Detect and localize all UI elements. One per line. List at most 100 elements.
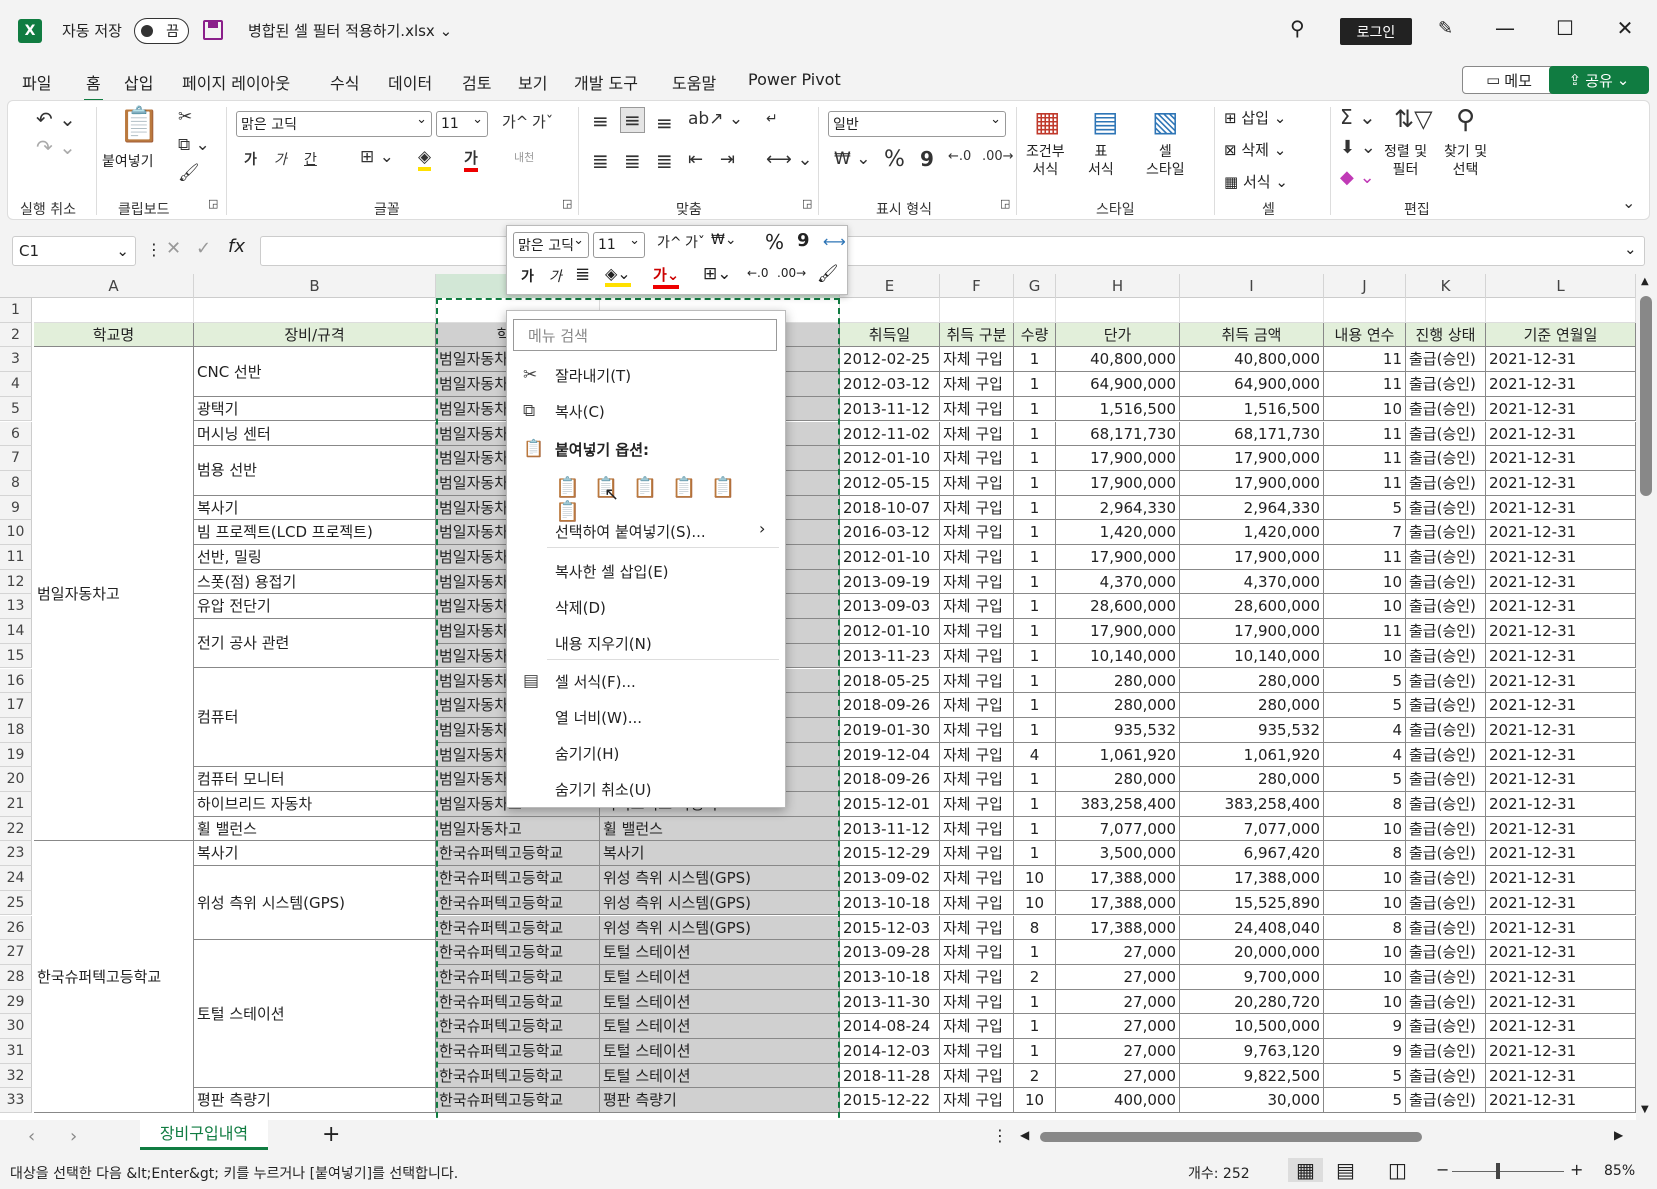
merged-item-cell[interactable]: 전기 공사 관련 [194, 619, 436, 669]
row-header[interactable]: 27 [0, 940, 32, 965]
document-title[interactable]: 병합된 셀 필터 적용하기.xlsx ⌄ [248, 20, 452, 41]
zoom-slider-thumb[interactable] [1496, 1163, 1500, 1179]
column-header-G[interactable]: G [1014, 274, 1056, 298]
fill-color-icon[interactable]: ◈ [418, 147, 432, 171]
prev-sheet-icon[interactable]: ‹ [28, 1126, 35, 1147]
tab-5[interactable]: 데이터 [388, 70, 432, 94]
status-cell[interactable]: 출급(승인) [1406, 668, 1486, 694]
tab-4[interactable]: 수식 [330, 70, 359, 94]
amount-cell[interactable]: 383,258,400 [1180, 792, 1324, 817]
status-cell[interactable]: 출급(승인) [1406, 569, 1486, 595]
merged-school-cell[interactable]: 한국슈퍼텍고등학교 [34, 841, 194, 1114]
years-cell[interactable]: 11 [1324, 372, 1406, 397]
find-select-button[interactable]: 찾기 및 선택 [1444, 143, 1487, 179]
dialog-launcher-icon[interactable]: ◲ [562, 197, 572, 210]
price-cell[interactable]: 40,800,000 [1056, 347, 1180, 373]
qty-cell[interactable]: 10 [1014, 866, 1056, 891]
row-header[interactable]: 14 [0, 619, 32, 644]
amount-cell[interactable]: 28,600,000 [1180, 594, 1324, 620]
pen-icon[interactable]: ✎ [1438, 18, 1453, 39]
menu-cut[interactable]: 잘라내기(T) [555, 365, 631, 386]
comma-icon[interactable]: 9 [797, 230, 810, 251]
merged-item-cell[interactable]: 컴퓨터 [194, 668, 436, 768]
decrease-font-icon[interactable]: 가ˇ [532, 111, 553, 132]
fill-color-icon[interactable]: ◈⌄ [605, 264, 631, 287]
worksheet-grid[interactable]: ABCDEFGHIJKLM 12345678910111213141516171… [0, 274, 1657, 1120]
mini-size-dropdown[interactable]: 11 [593, 232, 645, 258]
status-cell[interactable]: 출급(승인) [1406, 1014, 1486, 1039]
base-date-cell[interactable]: 2021-12-31 [1486, 1088, 1636, 1114]
cell[interactable] [1406, 298, 1486, 323]
menu-paste-special[interactable]: 선택하여 붙여넣기(S)... [555, 521, 706, 542]
base-date-cell[interactable]: 2021-12-31 [1486, 446, 1636, 471]
copied-school-cell[interactable]: 범일자동차고 [436, 816, 600, 842]
conditional-format-button[interactable]: 조건부 서식 [1026, 143, 1065, 179]
type-cell[interactable]: 자체 구입 [940, 643, 1014, 669]
find-icon[interactable]: ⚲ [1456, 105, 1475, 135]
insert-function-icon[interactable]: fx [228, 236, 245, 257]
row-header[interactable]: 29 [0, 989, 32, 1015]
amount-cell[interactable]: 280,000 [1180, 693, 1324, 718]
type-cell[interactable]: 자체 구입 [940, 940, 1014, 965]
row-header[interactable]: 21 [0, 792, 32, 817]
item-cell[interactable]: 하이브리드 자동차 [194, 792, 436, 817]
qty-cell[interactable]: 1 [1014, 372, 1056, 397]
years-cell[interactable]: 5 [1324, 693, 1406, 718]
price-cell[interactable]: 17,388,000 [1056, 915, 1180, 941]
share-button[interactable]: ⇪ 공유 ⌄ [1549, 66, 1649, 94]
align-bottom-icon[interactable]: ≡ [656, 111, 673, 135]
sort-filter-button[interactable]: 정렬 및 필터 [1384, 143, 1427, 179]
amount-cell[interactable]: 17,900,000 [1180, 619, 1324, 644]
qty-cell[interactable]: 1 [1014, 446, 1056, 471]
qty-cell[interactable]: 1 [1014, 792, 1056, 817]
price-cell[interactable]: 1,061,920 [1056, 742, 1180, 768]
align-left-icon[interactable]: ≣ [592, 149, 609, 173]
align-middle-icon[interactable]: ≡ [620, 107, 645, 133]
number-format-dropdown[interactable]: 일반 [828, 111, 1006, 137]
date-cell[interactable]: 2012-11-02 [840, 421, 940, 447]
row-header[interactable]: 18 [0, 717, 32, 743]
years-cell[interactable]: 5 [1324, 668, 1406, 694]
row-header[interactable]: 8 [0, 470, 32, 496]
clear-icon[interactable]: ◆ ⌄ [1340, 167, 1375, 188]
header-cell[interactable]: 취득일 [840, 322, 940, 348]
header-cell[interactable]: 진행 상태 [1406, 322, 1486, 348]
add-sheet-icon[interactable]: + [322, 1122, 340, 1147]
type-cell[interactable]: 자체 구입 [940, 915, 1014, 941]
orientation-icon[interactable]: ab↗ ⌄ [688, 109, 743, 129]
base-date-cell[interactable]: 2021-12-31 [1486, 767, 1636, 792]
column-header-H[interactable]: H [1056, 274, 1180, 298]
conditional-format-icon[interactable]: ▦ [1034, 105, 1060, 138]
price-cell[interactable]: 27,000 [1056, 940, 1180, 965]
header-cell[interactable]: 수량 [1014, 322, 1056, 348]
border-icon[interactable]: ⊞ ⌄ [360, 147, 394, 167]
date-cell[interactable]: 2012-05-15 [840, 470, 940, 496]
amount-cell[interactable]: 4,370,000 [1180, 569, 1324, 595]
tab-7[interactable]: 보기 [518, 70, 547, 94]
amount-cell[interactable]: 280,000 [1180, 767, 1324, 792]
amount-cell[interactable]: 17,388,000 [1180, 866, 1324, 891]
autosave-toggle[interactable]: 끔 [134, 18, 189, 44]
date-cell[interactable]: 2013-09-03 [840, 594, 940, 620]
date-cell[interactable]: 2015-12-29 [840, 841, 940, 867]
date-cell[interactable]: 2018-09-26 [840, 693, 940, 718]
date-cell[interactable]: 2015-12-03 [840, 915, 940, 941]
price-cell[interactable]: 27,000 [1056, 1039, 1180, 1064]
years-cell[interactable]: 10 [1324, 643, 1406, 669]
status-cell[interactable]: 출급(승인) [1406, 545, 1486, 570]
type-cell[interactable]: 자체 구입 [940, 792, 1014, 817]
align-top-icon[interactable]: ≡ [592, 109, 609, 133]
qty-cell[interactable]: 1 [1014, 989, 1056, 1015]
font-color-icon[interactable]: 가⌄ [653, 264, 680, 289]
merged-item-cell[interactable]: 위성 측위 시스템(GPS) [194, 866, 436, 941]
merge-center-icon[interactable]: ⟷ [823, 232, 846, 251]
date-cell[interactable]: 2013-11-23 [840, 643, 940, 669]
base-date-cell[interactable]: 2021-12-31 [1486, 989, 1636, 1015]
menu-search-input[interactable]: 메뉴 검색 [513, 319, 777, 351]
row-header[interactable]: 2 [0, 322, 32, 348]
years-cell[interactable]: 10 [1324, 866, 1406, 891]
menu-insert-copied[interactable]: 복사한 셀 삽입(E) [555, 561, 669, 582]
qty-cell[interactable]: 1 [1014, 545, 1056, 570]
menu-unhide[interactable]: 숨기기 취소(U) [555, 779, 651, 800]
type-cell[interactable]: 자체 구입 [940, 545, 1014, 570]
